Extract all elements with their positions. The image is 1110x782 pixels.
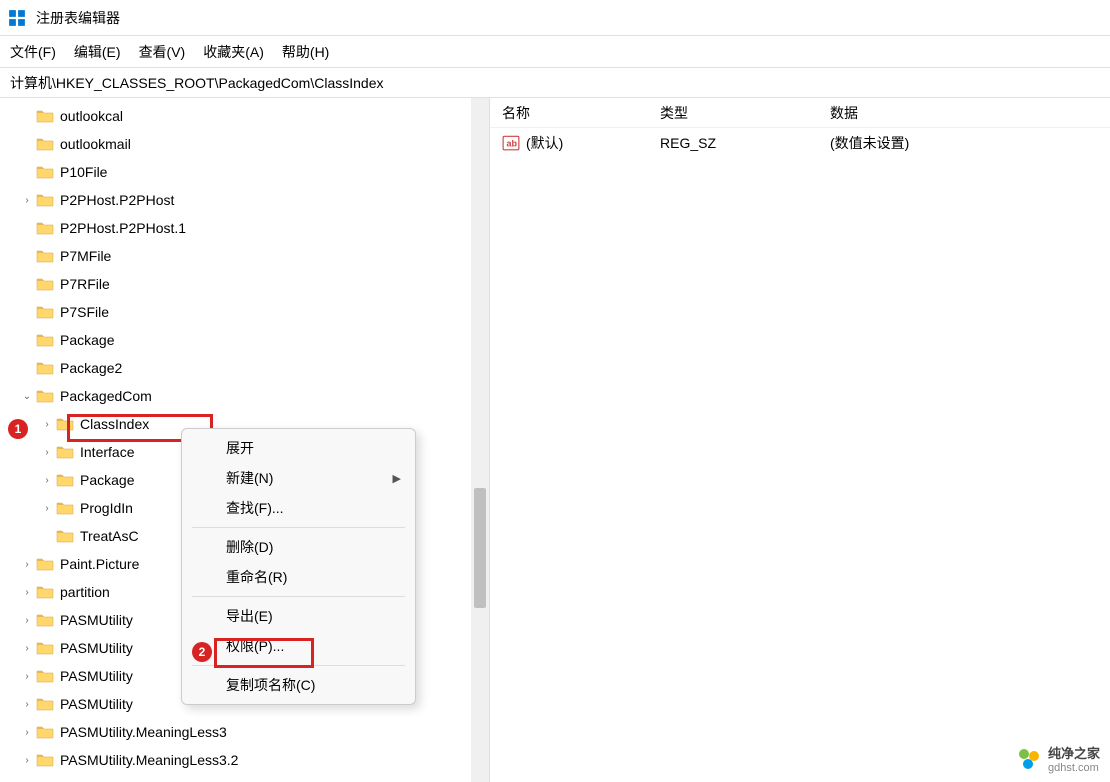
- tree-item-label: outlookmail: [60, 136, 131, 152]
- tree-item[interactable]: outlookmail: [0, 130, 489, 158]
- column-name[interactable]: 名称: [490, 103, 660, 123]
- tree-item-label: partition: [60, 584, 110, 600]
- tree-item-label: ProgIdIn: [80, 500, 133, 516]
- tree-item[interactable]: › P2PHost.P2PHost: [0, 186, 489, 214]
- ctx-expand[interactable]: 展开: [182, 433, 415, 463]
- tree-expander-icon[interactable]: ⌄: [20, 389, 34, 403]
- tree-item-label: P2PHost.P2PHost: [60, 192, 174, 208]
- column-type[interactable]: 类型: [660, 103, 830, 123]
- svg-text:ab: ab: [507, 138, 518, 148]
- tree-item[interactable]: P7SFile: [0, 298, 489, 326]
- tree-item-label: PASMUtility.MeaningLess3: [60, 724, 227, 740]
- tree-item-label: P10File: [60, 164, 107, 180]
- menu-help[interactable]: 帮助(H): [282, 42, 329, 62]
- values-panel: 名称 类型 数据 ab (默认) REG_SZ (数值未设置): [490, 98, 1110, 782]
- tree-expander-icon[interactable]: ›: [20, 697, 34, 711]
- tree-item[interactable]: P7RFile: [0, 270, 489, 298]
- tree-item-label: PASMUtility: [60, 612, 133, 628]
- ctx-permissions[interactable]: 权限(P)...: [182, 631, 415, 661]
- menu-favorites[interactable]: 收藏夹(A): [203, 42, 264, 62]
- tree-item[interactable]: P10File: [0, 158, 489, 186]
- tree-expander-icon[interactable]: ›: [20, 725, 34, 739]
- tree-expander-icon[interactable]: ›: [20, 557, 34, 571]
- tree-item-label: PASMUtility: [60, 696, 133, 712]
- value-name: (默认): [526, 133, 563, 153]
- tree-item-label: TreatAsC: [80, 528, 139, 544]
- tree-item[interactable]: P7MFile: [0, 242, 489, 270]
- tree-item-label: PackagedCom: [60, 388, 152, 404]
- addressbar[interactable]: 计算机\HKEY_CLASSES_ROOT\PackagedCom\ClassI…: [0, 68, 1110, 98]
- tree-item[interactable]: › PASMUtility.MeaningLess3: [0, 718, 489, 746]
- tree-expander-icon[interactable]: ›: [20, 641, 34, 655]
- context-menu: 展开 新建(N)▶ 查找(F)... 删除(D) 重命名(R) 导出(E) 权限…: [181, 428, 416, 705]
- ctx-separator: [192, 665, 405, 666]
- tree-scrollbar[interactable]: [471, 98, 489, 782]
- titlebar: 注册表编辑器: [0, 0, 1110, 36]
- tree-expander-icon[interactable]: ›: [40, 473, 54, 487]
- tree-item-label: PASMUtility.MeaningLess3.2: [60, 752, 238, 768]
- tree-item-label: PASMUtility: [60, 640, 133, 656]
- value-type: REG_SZ: [660, 135, 830, 151]
- regedit-icon: [8, 9, 26, 27]
- tree-item[interactable]: outlookcal: [0, 102, 489, 130]
- tree-item-label: outlookcal: [60, 108, 123, 124]
- list-row[interactable]: ab (默认) REG_SZ (数值未设置): [490, 128, 1110, 158]
- ctx-find[interactable]: 查找(F)...: [182, 493, 415, 523]
- tree-expander-icon[interactable]: ›: [20, 613, 34, 627]
- tree-item-label: PASMUtility: [60, 668, 133, 684]
- tree-item-label: Paint.Picture: [60, 556, 139, 572]
- menu-edit[interactable]: 编辑(E): [74, 42, 121, 62]
- tree-item-label: P2PHost.P2PHost.1: [60, 220, 186, 236]
- annotation-marker-2: 2: [192, 642, 212, 662]
- tree-expander-icon[interactable]: ›: [40, 417, 54, 431]
- watermark-url: gdhst.com: [1048, 762, 1100, 774]
- tree-item-label: Package2: [60, 360, 122, 376]
- tree-item-label: Package: [80, 472, 134, 488]
- menu-view[interactable]: 查看(V): [139, 42, 186, 62]
- tree-item[interactable]: P2PHost.P2PHost.1: [0, 214, 489, 242]
- value-data: (数值未设置): [830, 133, 1110, 153]
- tree-expander-icon[interactable]: ›: [20, 753, 34, 767]
- ctx-separator: [192, 527, 405, 528]
- tree-item-label: P7RFile: [60, 276, 110, 292]
- tree-expander-icon[interactable]: ›: [20, 669, 34, 683]
- tree-item-label: ClassIndex: [80, 416, 149, 432]
- tree-item-label: Package: [60, 332, 114, 348]
- tree-expander-icon[interactable]: ›: [40, 445, 54, 459]
- ctx-rename[interactable]: 重命名(R): [182, 562, 415, 592]
- address-path: 计算机\HKEY_CLASSES_ROOT\PackagedCom\ClassI…: [10, 73, 383, 93]
- tree-item[interactable]: ⌄ PackagedCom: [0, 382, 489, 410]
- ctx-export[interactable]: 导出(E): [182, 601, 415, 631]
- watermark: 纯净之家 gdhst.com: [1016, 743, 1100, 774]
- watermark-name: 纯净之家: [1048, 743, 1100, 762]
- ctx-delete[interactable]: 删除(D): [182, 532, 415, 562]
- chevron-right-icon: ▶: [393, 472, 401, 485]
- tree-item-label: P7MFile: [60, 248, 111, 264]
- tree-expander-icon[interactable]: ›: [20, 193, 34, 207]
- tree-item-label: P7SFile: [60, 304, 109, 320]
- tree-expander-icon[interactable]: ›: [40, 501, 54, 515]
- column-data[interactable]: 数据: [830, 103, 1110, 123]
- annotation-marker-1: 1: [8, 419, 28, 439]
- tree-item-label: Interface: [80, 444, 134, 460]
- window-title: 注册表编辑器: [36, 8, 120, 28]
- tree-item[interactable]: Package: [0, 326, 489, 354]
- ctx-copy-key-name[interactable]: 复制项名称(C): [182, 670, 415, 700]
- tree-item[interactable]: Package2: [0, 354, 489, 382]
- tree-item[interactable]: › PASMUtility.MeaningLess3.2: [0, 746, 489, 774]
- string-value-icon: ab: [502, 134, 520, 152]
- tree-expander-icon[interactable]: ›: [20, 585, 34, 599]
- scrollbar-thumb[interactable]: [474, 488, 486, 608]
- list-header: 名称 类型 数据: [490, 98, 1110, 128]
- menubar: 文件(F) 编辑(E) 查看(V) 收藏夹(A) 帮助(H): [0, 36, 1110, 68]
- watermark-logo-icon: [1016, 746, 1042, 772]
- menu-file[interactable]: 文件(F): [10, 42, 56, 62]
- main-area: outlookcal outlookmail P10File › P2PHost.P2P…: [0, 98, 1110, 782]
- ctx-separator: [192, 596, 405, 597]
- ctx-new[interactable]: 新建(N)▶: [182, 463, 415, 493]
